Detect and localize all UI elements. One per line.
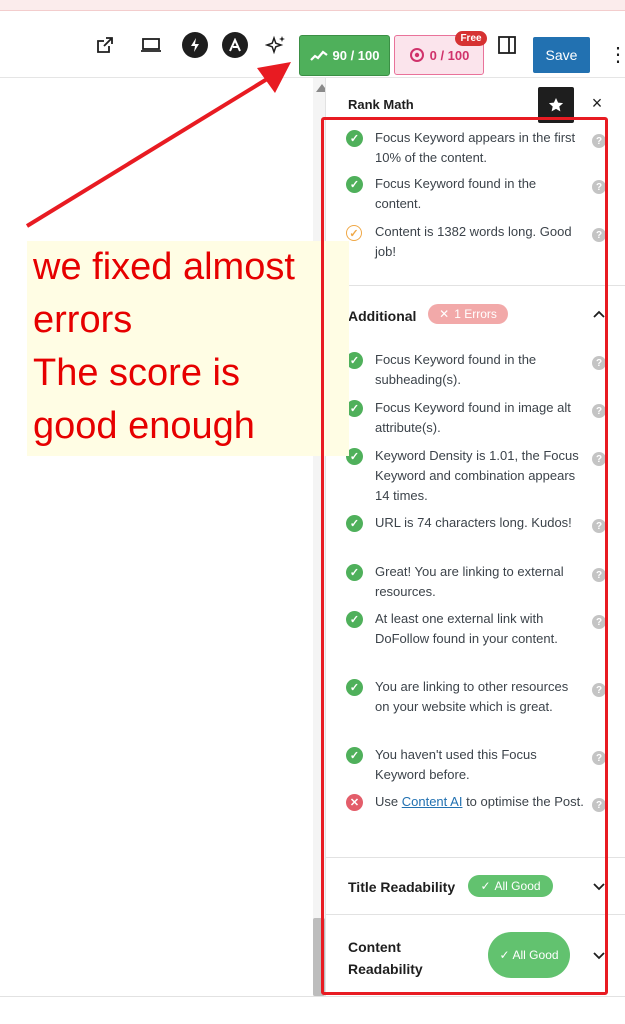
section-title-additional: Additional: [348, 308, 417, 324]
check-icon: ✓: [346, 130, 363, 147]
astra-logo-icon[interactable]: [222, 32, 248, 58]
errors-badge-label: 1 Errors: [454, 307, 497, 321]
section-divider: [326, 285, 625, 286]
seo-score-value: 90 / 100: [332, 48, 380, 63]
check-item: ✓ Focus Keyword found in the subheading(…: [346, 350, 606, 390]
errors-badge: ✕ 1 Errors: [428, 304, 508, 324]
content-ai-link[interactable]: Content AI: [402, 794, 463, 809]
all-good-label: All Good: [494, 879, 541, 893]
check-item: ✓ You haven't used this Focus Keyword be…: [346, 745, 606, 785]
help-icon[interactable]: ?: [592, 134, 606, 148]
check-item: ✓ Content is 1382 words long. Good job! …: [346, 222, 606, 262]
section-title-content-readability: Content Readability: [348, 939, 423, 977]
star-icon[interactable]: [538, 87, 574, 123]
check-item-text: You are linking to other resources on yo…: [375, 679, 569, 714]
help-icon[interactable]: ?: [592, 356, 606, 370]
close-icon[interactable]: ×: [588, 94, 606, 112]
check-item: ✓ Great! You are linking to external res…: [346, 562, 606, 602]
annotation-line: good enough: [33, 405, 255, 447]
annotation-line: The score is: [33, 352, 240, 394]
help-icon[interactable]: ?: [592, 180, 606, 194]
all-good-label: All Good: [512, 948, 559, 962]
seo-score-button[interactable]: 90 / 100: [299, 35, 390, 76]
more-options-icon[interactable]: ⋮: [608, 41, 625, 69]
check-item: ✓ Focus Keyword found in the content. ?: [346, 174, 606, 214]
help-icon[interactable]: ?: [592, 568, 606, 582]
external-link-icon[interactable]: [92, 32, 118, 58]
help-icon[interactable]: ?: [592, 751, 606, 765]
top-notice-band: [0, 0, 625, 11]
section-title-title-readability: Title Readability: [348, 879, 456, 895]
check-item-text: At least one external link with DoFollow…: [375, 611, 558, 646]
all-good-badge: ✓ All Good: [468, 875, 553, 897]
chevron-down-icon[interactable]: [592, 949, 606, 963]
check-item-prefix: Use: [375, 794, 402, 809]
check-icon: ✓: [346, 515, 363, 532]
free-badge: Free: [455, 31, 487, 46]
editor-toolbar: 90 / 100 0 / 100 Free Save ⋮: [0, 11, 625, 78]
annotation-line: errors: [33, 299, 133, 341]
chevron-down-icon[interactable]: [592, 880, 606, 894]
rank-math-logo-icon: [309, 49, 328, 61]
panel-header: Rank Math ×: [326, 78, 625, 124]
panel-title: Rank Math: [348, 97, 414, 112]
help-icon[interactable]: ?: [592, 798, 606, 812]
warning-check-icon: ✓: [346, 225, 362, 241]
help-icon[interactable]: ?: [592, 615, 606, 629]
check-item-suffix: to optimise the Post.: [462, 794, 584, 809]
error-x-icon: ✕: [346, 794, 363, 811]
help-icon[interactable]: ?: [592, 404, 606, 418]
annotation-line: we fixed almost: [33, 246, 295, 288]
check-icon: ✓: [346, 176, 363, 193]
desktop-preview-icon[interactable]: [138, 32, 164, 58]
lightning-icon[interactable]: [182, 32, 208, 58]
check-item: ✓ Focus Keyword found in image alt attri…: [346, 398, 606, 438]
annotation-note: we fixed almost errors The score is good…: [27, 241, 349, 456]
save-button[interactable]: Save: [533, 37, 590, 73]
sidebar-toggle-icon[interactable]: [494, 32, 520, 58]
check-item-text: Focus Keyword appears in the first 10% o…: [375, 130, 576, 165]
check-icon: ✓: [346, 564, 363, 581]
rank-math-sidebar: Rank Math × ✓ Focus Keyword appears in t…: [325, 78, 625, 996]
help-icon[interactable]: ?: [592, 452, 606, 466]
content-ai-icon: [409, 48, 424, 62]
bottom-divider: [0, 996, 625, 997]
help-icon[interactable]: ?: [592, 683, 606, 697]
check-item-text: Focus Keyword found in image alt attribu…: [375, 400, 571, 435]
help-icon[interactable]: ?: [592, 228, 606, 242]
check-item-text: Focus Keyword found in the subheading(s)…: [375, 352, 537, 387]
check-icon: ✓: [346, 611, 363, 628]
check-item-text: Keyword Density is 1.01, the Focus Keywo…: [375, 448, 579, 503]
help-icon[interactable]: ?: [592, 519, 606, 533]
all-good-badge: ✓ All Good: [488, 932, 570, 978]
check-item: ✓ Focus Keyword appears in the first 10%…: [346, 128, 606, 168]
check-item-text: You haven't used this Focus Keyword befo…: [375, 747, 537, 782]
check-item-text: Use Content AI to optimise the Post.: [375, 792, 585, 812]
ai-sparkle-icon[interactable]: [263, 32, 289, 58]
check-item: ✓ URL is 74 characters long. Kudos! ?: [346, 513, 606, 553]
error-x-icon: ✕: [439, 307, 450, 321]
check-item-error: ✕ Use Content AI to optimise the Post. ?: [346, 792, 606, 832]
content-ai-score-value: 0 / 100: [429, 47, 470, 63]
editor-canvas[interactable]: [0, 78, 312, 996]
editor-scrollbar[interactable]: [313, 78, 328, 996]
check-icon: ✓: [499, 948, 510, 962]
check-item-text: Great! You are linking to external resou…: [375, 564, 564, 599]
check-item: ✓ Keyword Density is 1.01, the Focus Key…: [346, 446, 606, 506]
check-icon: ✓: [346, 679, 363, 696]
check-item: ✓ At least one external link with DoFoll…: [346, 609, 606, 669]
chevron-up-icon[interactable]: [592, 307, 606, 321]
check-icon: ✓: [480, 879, 491, 893]
check-item-text: URL is 74 characters long. Kudos!: [375, 515, 572, 530]
check-item-text: Content is 1382 words long. Good job!: [375, 224, 572, 259]
section-divider: [326, 914, 625, 915]
check-item-text: Focus Keyword found in the content.: [375, 176, 537, 211]
check-item: ✓ You are linking to other resources on …: [346, 677, 606, 737]
section-divider: [326, 857, 625, 858]
check-icon: ✓: [346, 747, 363, 764]
scroll-thumb[interactable]: [313, 918, 325, 996]
